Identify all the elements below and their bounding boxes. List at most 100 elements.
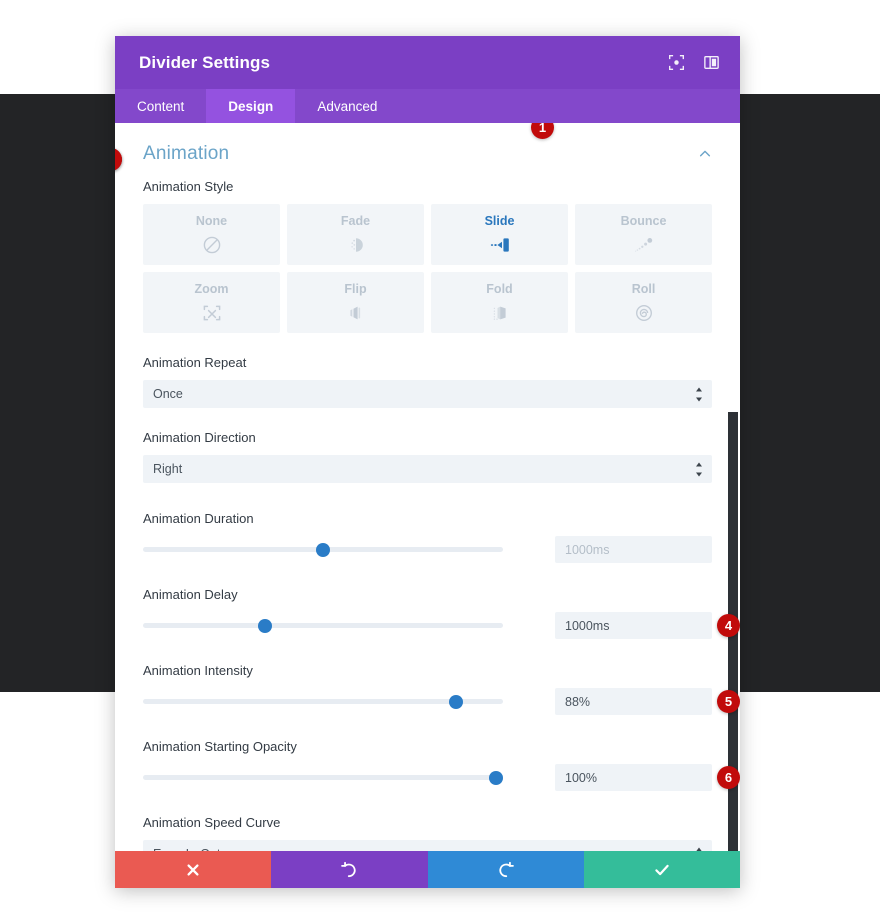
slider-handle[interactable] [258,618,273,633]
animation-intensity-slider[interactable] [143,692,503,712]
style-option-zoom-label: Zoom [194,281,229,296]
slider-track [143,623,503,628]
flip-icon [346,302,366,324]
style-option-none[interactable]: None [143,204,280,265]
animation-direction-value: Right [153,462,183,476]
screenshot-root: Divider Settings Content Design Advanced… [0,0,880,921]
animation-direction-select[interactable]: Right [143,455,712,483]
style-option-flip[interactable]: Flip [287,272,424,333]
divider-settings-modal: Divider Settings Content Design Advanced… [115,36,740,888]
close-icon [185,862,201,878]
fold-icon [489,302,511,324]
settings-body: Animation Animation Style None Fade Slid… [115,123,740,851]
field-animation-delay: Animation Delay 1000ms 4 [143,563,740,639]
tab-design[interactable]: Design [206,89,296,123]
header-icon-group [668,54,720,71]
slider-handle[interactable] [449,694,464,709]
undo-button[interactable] [271,851,428,888]
style-option-fade-label: Fade [340,213,371,228]
animation-delay-value: 1000ms [565,618,610,633]
animation-repeat-label: Animation Repeat [143,355,247,370]
animation-duration-value: 1000ms [565,542,610,557]
animation-starting-opacity-value: 100% [565,770,597,785]
chevron-updown-icon [695,847,703,851]
style-option-zoom[interactable]: Zoom [143,272,280,333]
animation-style-grid: None Fade Slide Bounce Zoom Flip Fold Ro… [143,204,712,333]
redo-button[interactable] [427,851,584,888]
redo-icon [497,861,514,878]
animation-speed-curve-label: Animation Speed Curve [143,815,281,830]
slide-icon [488,234,512,256]
page-title: Divider Settings [139,52,271,72]
annotation-badge-3: 3 [115,148,122,171]
animation-repeat-select[interactable]: Once [143,380,712,408]
bounce-icon [633,234,655,256]
modal-footer [115,851,740,888]
annotation-badge-5: 5 [717,690,740,713]
animation-intensity-label: Animation Intensity [143,663,253,678]
animation-intensity-value: 88% [565,694,591,709]
slider-track [143,775,503,780]
tab-advanced[interactable]: Advanced [295,89,399,123]
no-entry-icon [202,234,222,256]
style-option-slide[interactable]: Slide [431,204,568,265]
animation-duration-label: Animation Duration [143,511,254,526]
annotation-badge-4: 4 [717,614,740,637]
animation-speed-curve-value: Ease-In-Out [153,847,220,851]
animation-starting-opacity-label: Animation Starting Opacity [143,739,297,754]
style-option-bounce-label: Bounce [620,213,667,228]
style-option-fold-label: Fold [486,281,513,296]
animation-intensity-row: 88% 5 [143,688,740,715]
section-title: Animation [143,143,230,164]
animation-repeat-value: Once [153,387,183,401]
layout-icon[interactable] [703,54,720,71]
field-animation-intensity: Animation Intensity 88% 5 [143,639,740,715]
slider-handle[interactable] [316,542,330,557]
field-animation-duration: Animation Duration 1000ms [143,483,712,563]
animation-delay-label: Animation Delay [143,587,238,602]
field-animation-speed-curve: Animation Speed Curve Ease-In-Out [143,791,712,851]
undo-icon [341,861,358,878]
tab-bar: Content Design Advanced [115,89,740,123]
focus-icon[interactable] [668,54,685,71]
fade-icon [346,234,366,256]
style-option-roll-label: Roll [631,281,656,296]
field-animation-style: Animation Style None Fade Slide Bounce Z… [143,123,712,333]
style-option-roll[interactable]: Roll [575,272,712,333]
check-icon [653,861,671,879]
tab-content[interactable]: Content [115,89,206,123]
animation-style-label: Animation Style [143,179,234,194]
animation-delay-row: 1000ms 4 [143,612,740,639]
animation-starting-opacity-slider[interactable] [143,768,503,788]
zoom-icon [201,302,223,324]
modal-header: Divider Settings [115,36,740,89]
animation-delay-input[interactable]: 1000ms 4 [555,612,740,639]
animation-direction-label: Animation Direction [143,430,256,445]
chevron-up-icon[interactable] [698,147,712,161]
style-option-fade[interactable]: Fade [287,204,424,265]
field-animation-starting-opacity: Animation Starting Opacity 100% 6 [143,715,740,791]
animation-duration-slider[interactable] [143,540,503,560]
animation-intensity-input[interactable]: 88% 5 [555,688,740,715]
field-animation-repeat: Animation Repeat Once 2 [115,148,712,408]
close-button[interactable] [115,851,272,888]
section-header-animation[interactable]: Animation [143,123,712,175]
roll-icon [634,302,654,324]
style-option-none-label: None [195,213,228,228]
style-option-flip-label: Flip [344,281,367,296]
chevron-updown-icon [695,462,703,477]
style-option-slide-label: Slide [484,213,515,228]
animation-speed-curve-select[interactable]: Ease-In-Out [143,840,712,851]
animation-delay-slider[interactable] [143,616,503,636]
chevron-updown-icon [695,387,703,402]
style-option-fold[interactable]: Fold [431,272,568,333]
style-option-bounce[interactable]: Bounce [575,204,712,265]
animation-duration-row: 1000ms [143,536,712,563]
save-button[interactable] [583,851,740,888]
animation-starting-opacity-row: 100% 6 [143,764,740,791]
slider-handle[interactable] [488,770,503,785]
annotation-badge-6: 6 [717,766,740,789]
animation-starting-opacity-input[interactable]: 100% 6 [555,764,740,791]
field-animation-direction: Animation Direction Right 3 [115,148,712,483]
animation-duration-input[interactable]: 1000ms [555,536,712,563]
